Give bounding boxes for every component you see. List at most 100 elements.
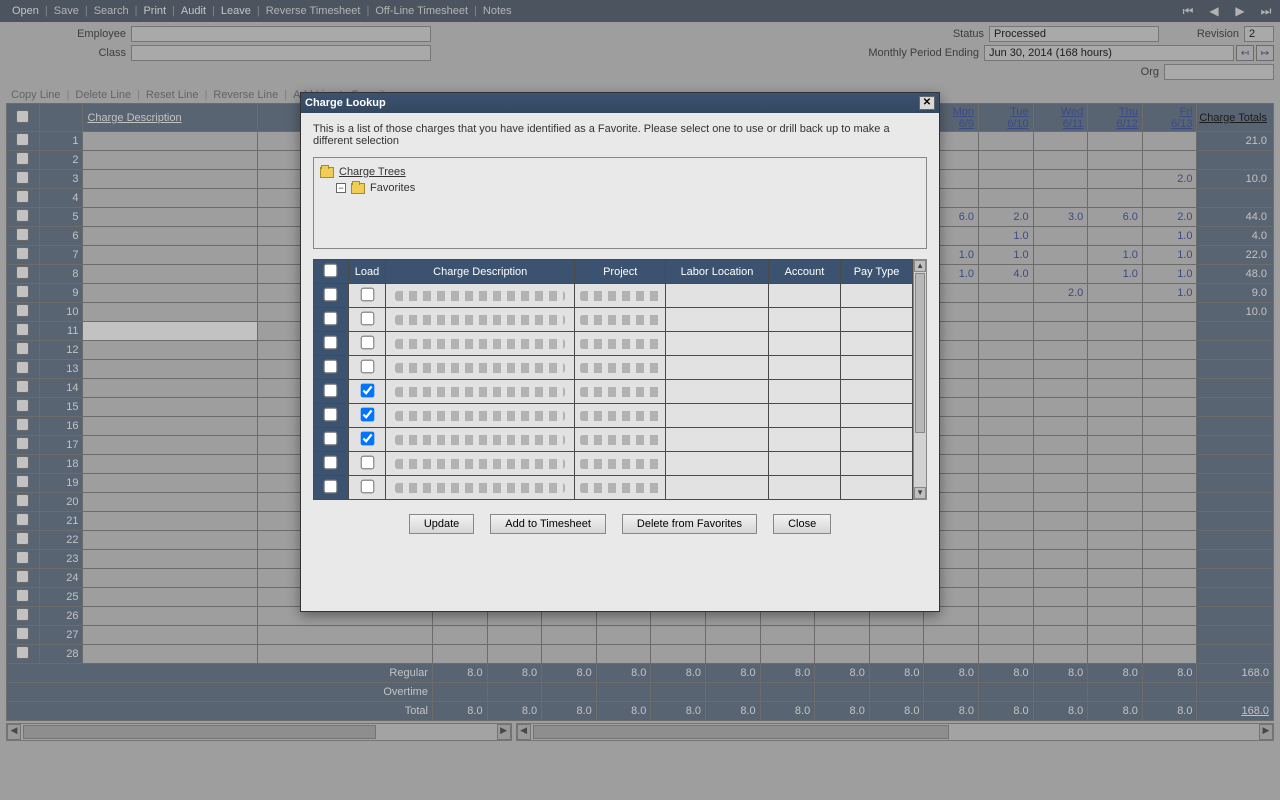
dialog-title: Charge Lookup [305,97,386,109]
lookup-header-account[interactable]: Account [768,260,840,284]
lookup-project [575,404,666,428]
lookup-header-check[interactable] [314,260,349,284]
lookup-paytype [840,476,912,500]
lookup-row[interactable] [314,284,913,308]
lookup-project [575,452,666,476]
lookup-header-location[interactable]: Labor Location [666,260,769,284]
lookup-account [768,452,840,476]
lookup-load-check[interactable] [360,287,374,301]
lookup-desc [386,284,575,308]
delete-from-favorites-button[interactable]: Delete from Favorites [622,514,757,534]
lookup-desc [386,404,575,428]
folder-icon [351,183,365,194]
lookup-project [575,380,666,404]
lookup-header-desc[interactable]: Charge Description [386,260,575,284]
lookup-load-check[interactable] [360,359,374,373]
close-button[interactable]: Close [773,514,831,534]
tree-fav-label: Favorites [370,180,415,196]
lookup-row[interactable] [314,476,913,500]
lookup-account [768,308,840,332]
lookup-row-check[interactable] [324,287,338,301]
lookup-project [575,332,666,356]
timesheet-app: Open|Save|Search|Print|Audit|Leave|Rever… [0,0,1280,800]
collapse-icon[interactable]: − [336,183,346,193]
lookup-row[interactable] [314,428,913,452]
lookup-desc [386,476,575,500]
lookup-location [666,476,769,500]
lookup-vscrollbar[interactable]: ▲ ▼ [913,259,927,500]
lookup-desc [386,380,575,404]
lookup-row-check[interactable] [324,335,338,349]
lookup-project [575,356,666,380]
lookup-row-check[interactable] [324,359,338,373]
lookup-location [666,380,769,404]
dialog-instructions: This is a list of those charges that you… [313,123,927,147]
lookup-account [768,404,840,428]
lookup-desc [386,308,575,332]
lookup-desc [386,452,575,476]
lookup-paytype [840,284,912,308]
lookup-paytype [840,452,912,476]
lookup-load-check[interactable] [360,311,374,325]
lookup-row-check[interactable] [324,455,338,469]
lookup-project [575,428,666,452]
lookup-row[interactable] [314,404,913,428]
dialog-close-button[interactable]: ✕ [919,96,935,110]
lookup-row-check[interactable] [324,479,338,493]
lookup-row-check[interactable] [324,383,338,397]
lookup-load-check[interactable] [360,431,374,445]
dialog-buttons: Update Add to Timesheet Delete from Favo… [313,514,927,534]
lookup-load-check[interactable] [360,335,374,349]
lookup-row[interactable] [314,308,913,332]
lookup-project [575,308,666,332]
lookup-paytype [840,356,912,380]
lookup-load-check[interactable] [360,479,374,493]
lookup-row[interactable] [314,380,913,404]
lookup-load-check[interactable] [360,407,374,421]
tree-root[interactable]: Charge Trees [320,164,920,180]
lookup-account [768,380,840,404]
lookup-header-load[interactable]: Load [348,260,385,284]
folder-icon [320,167,334,178]
lookup-account [768,476,840,500]
lookup-row-check[interactable] [324,311,338,325]
charge-lookup-dialog: Charge Lookup ✕ This is a list of those … [300,92,940,612]
lookup-header-project[interactable]: Project [575,260,666,284]
tree-favorites[interactable]: − Favorites [336,180,920,196]
lookup-desc [386,332,575,356]
lookup-project [575,284,666,308]
lookup-paytype [840,332,912,356]
lookup-paytype [840,380,912,404]
lookup-account [768,428,840,452]
lookup-paytype [840,404,912,428]
lookup-paytype [840,428,912,452]
lookup-location [666,308,769,332]
lookup-row-check[interactable] [324,431,338,445]
tree-root-label: Charge Trees [339,164,406,180]
lookup-location [666,428,769,452]
lookup-table-wrap: Load Charge Description Project Labor Lo… [313,259,927,500]
dialog-titlebar[interactable]: Charge Lookup ✕ [301,93,939,113]
charge-tree: Charge Trees − Favorites [313,157,927,249]
lookup-location [666,356,769,380]
lookup-row[interactable] [314,452,913,476]
update-button[interactable]: Update [409,514,474,534]
lookup-row[interactable] [314,356,913,380]
lookup-account [768,356,840,380]
lookup-account [768,332,840,356]
lookup-account [768,284,840,308]
lookup-row-check[interactable] [324,407,338,421]
lookup-location [666,284,769,308]
lookup-load-check[interactable] [360,455,374,469]
lookup-desc [386,428,575,452]
lookup-load-check[interactable] [360,383,374,397]
lookup-paytype [840,308,912,332]
lookup-row[interactable] [314,332,913,356]
lookup-desc [386,356,575,380]
lookup-location [666,332,769,356]
lookup-location [666,404,769,428]
lookup-project [575,476,666,500]
add-to-timesheet-button[interactable]: Add to Timesheet [490,514,606,534]
lookup-header-paytype[interactable]: Pay Type [840,260,912,284]
lookup-table: Load Charge Description Project Labor Lo… [313,259,913,500]
